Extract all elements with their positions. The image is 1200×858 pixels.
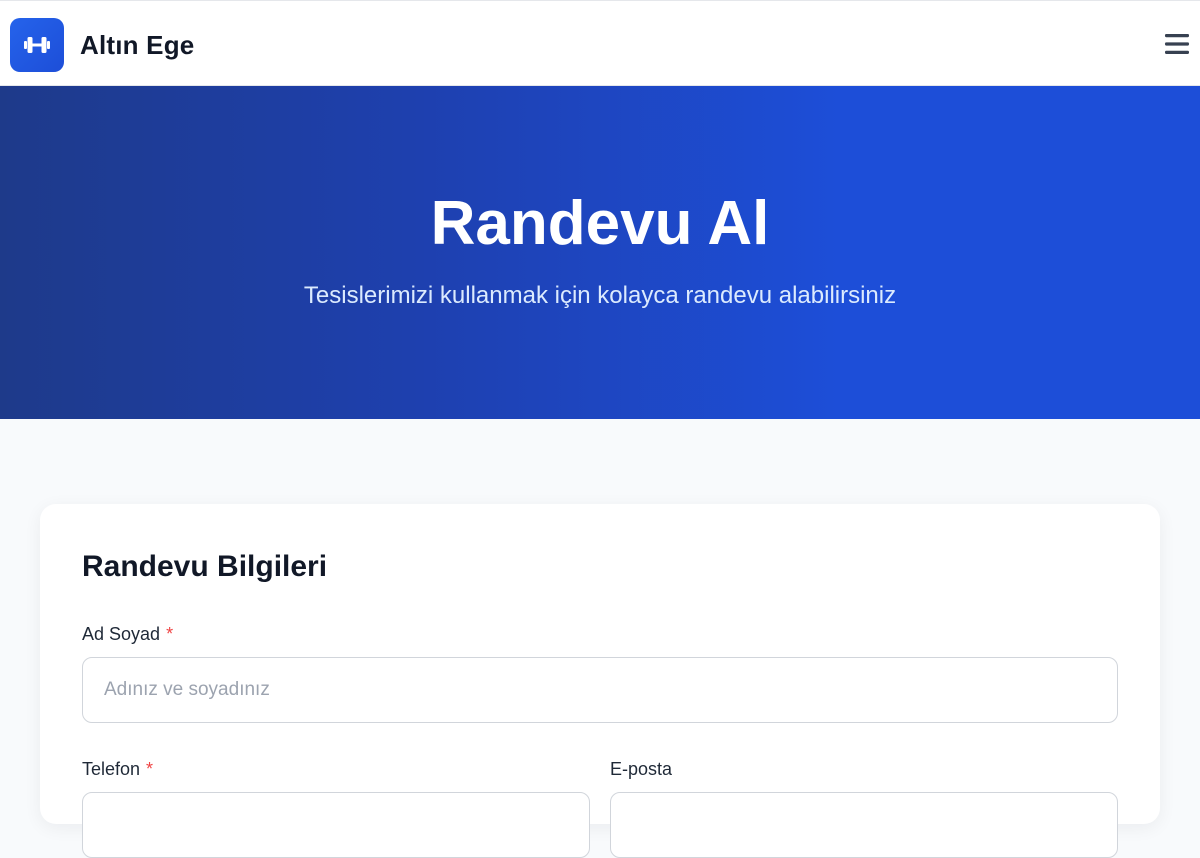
email-label-text: E-posta [610, 759, 673, 779]
required-mark: * [166, 624, 174, 644]
hero-banner: Randevu Al Tesislerimizi kullanmak için … [0, 86, 1200, 419]
email-input[interactable] [610, 792, 1118, 858]
page-subtitle: Tesislerimizi kullanmak için kolayca ran… [303, 282, 897, 309]
appointment-form-card: Randevu Bilgileri Ad Soyad* Telefon* E-p… [40, 504, 1160, 858]
brand-name: Altın Ege [80, 29, 195, 60]
hamburger-menu-icon[interactable] [1164, 29, 1190, 59]
name-label-text: Ad Soyad [82, 624, 161, 644]
phone-label-text: Telefon [82, 759, 141, 779]
phone-field-label: Telefon * [82, 759, 153, 780]
form-title: Randevu Bilgileri [82, 550, 328, 583]
name-field-label: Ad Soyad * [82, 624, 173, 645]
name-input[interactable] [82, 657, 1118, 723]
top-navbar: Altın Ege [0, 0, 1200, 86]
brand[interactable]: Altın Ege [10, 18, 194, 72]
dumbbell-icon [10, 18, 64, 72]
phone-input[interactable] [82, 792, 590, 858]
required-mark: * [146, 759, 154, 779]
page-title: Randevu Al [430, 189, 770, 258]
email-field-label: E-posta [610, 759, 672, 780]
